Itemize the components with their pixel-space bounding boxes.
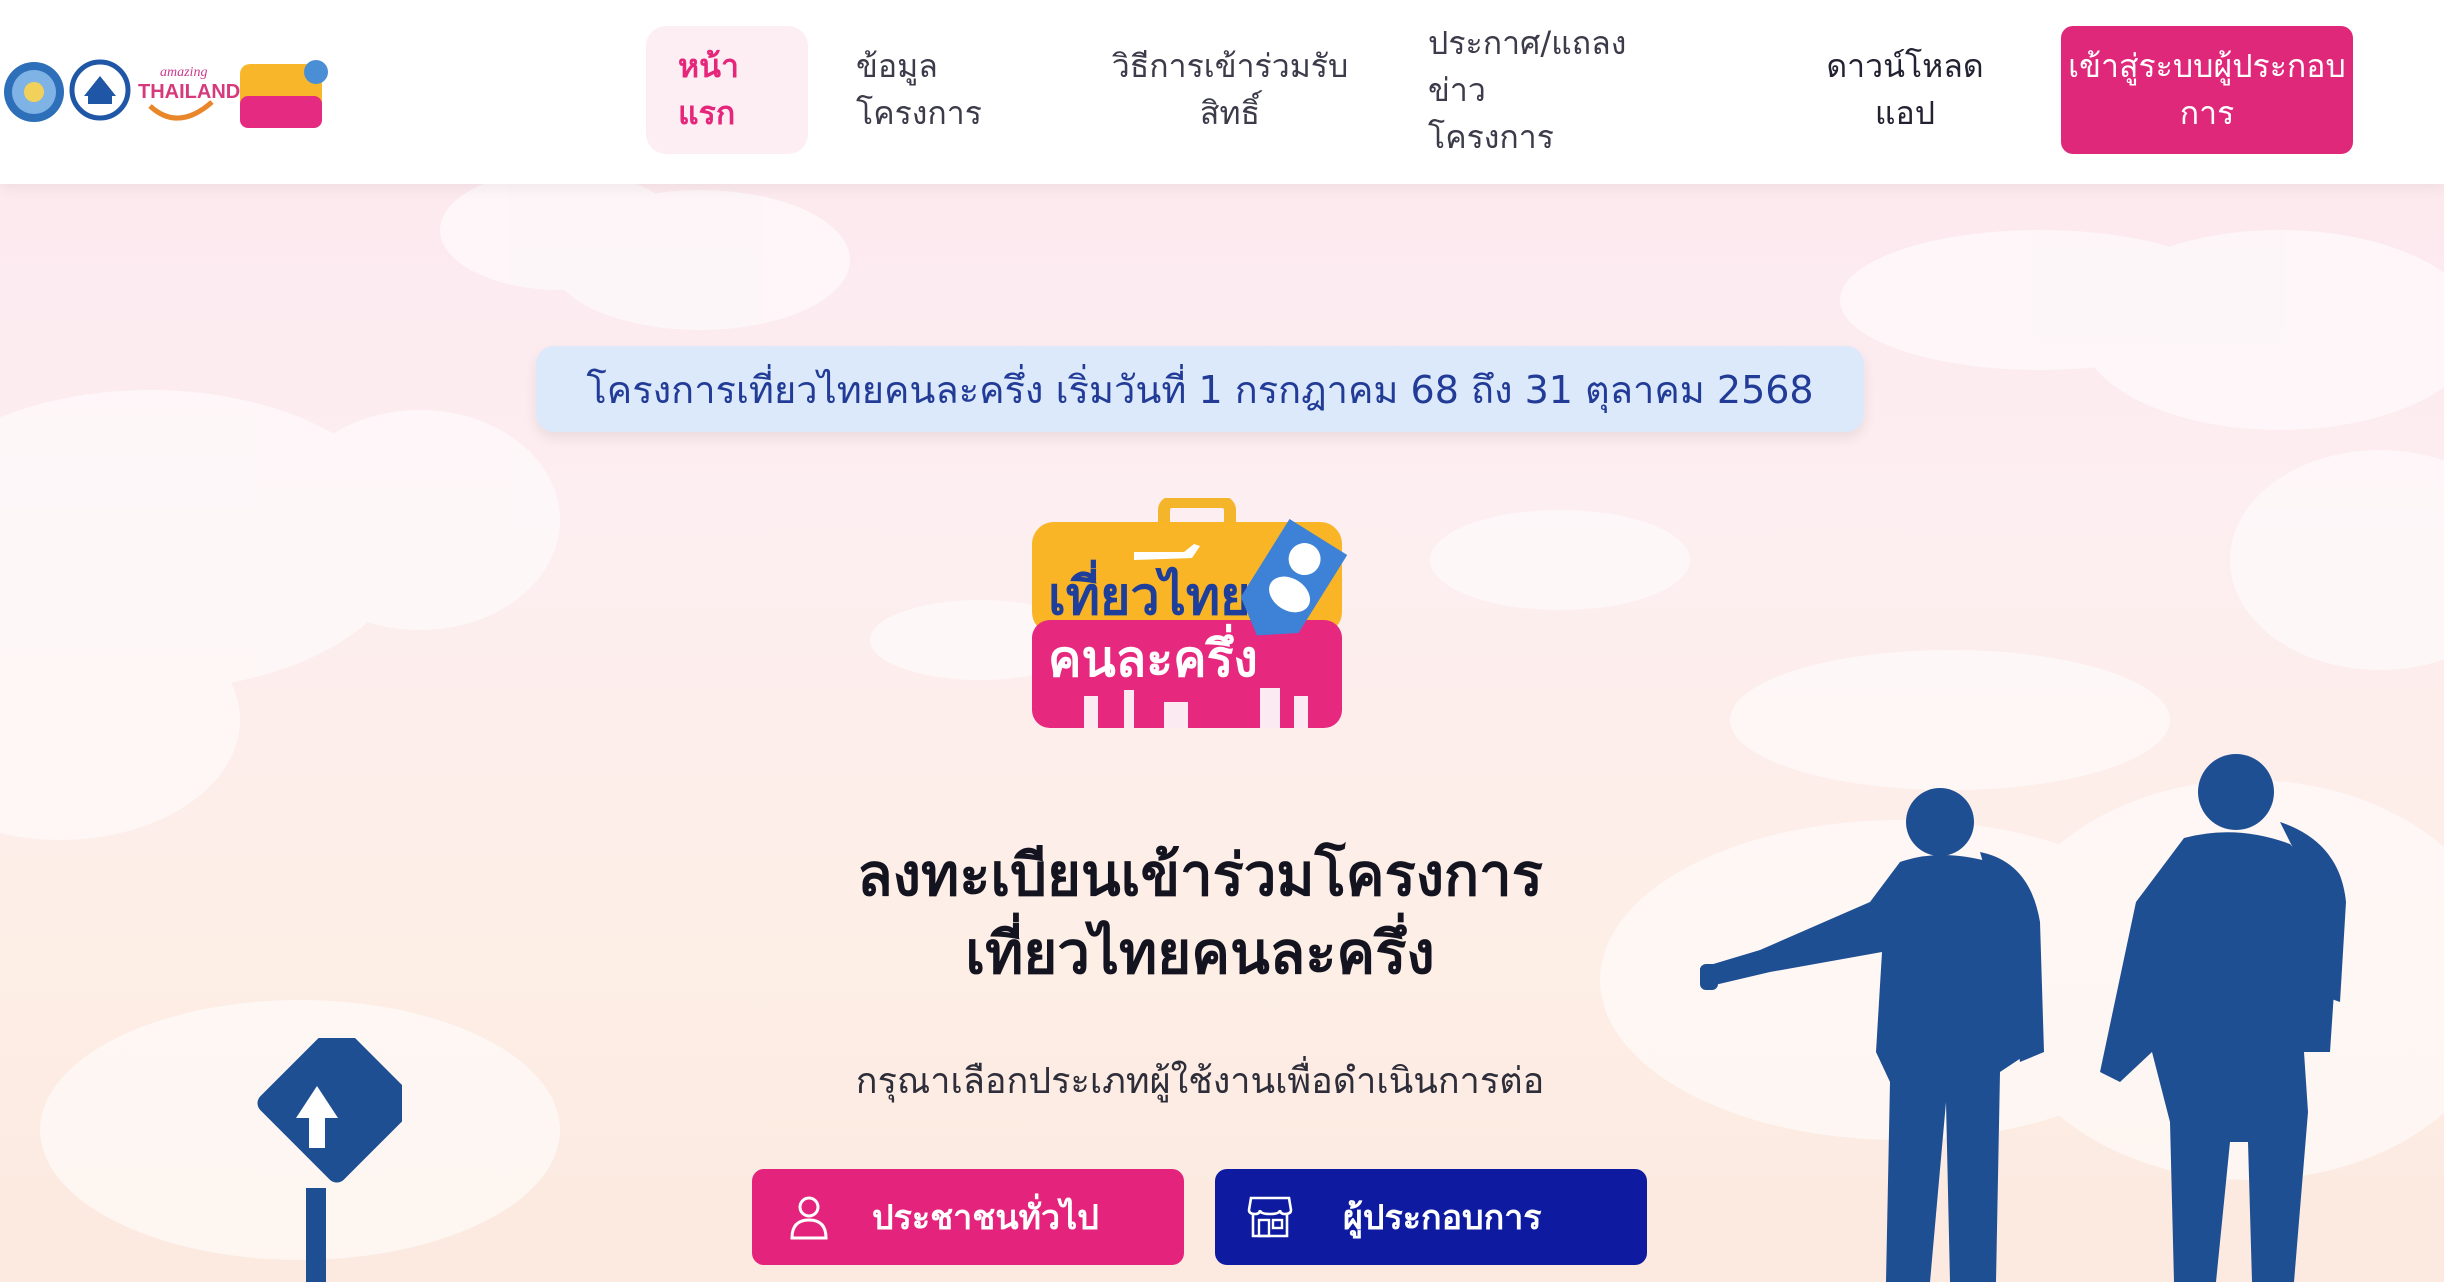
login-line1: เข้าสู่ระบบผู้ประกอบ <box>2068 47 2346 85</box>
top-navbar: amazing THAILAND หน้าแรก ข้อมูลโครงการ ว… <box>0 0 2444 184</box>
travelers-silhouette <box>1700 754 2346 1282</box>
nav-download-app[interactable]: ดาวน์โหลดแอป <box>1810 26 2000 154</box>
citizen-button[interactable]: ประชาชนทั่วไป <box>752 1169 1184 1265</box>
tiew-thai-small-logo <box>240 60 328 128</box>
nav-announcements[interactable]: ประกาศ/แถลงข่าวโครงการ <box>1428 24 1668 156</box>
page-title-line2: เที่ยวไทยคนละครึ่ง <box>965 919 1435 987</box>
agency-emblem-icon <box>69 59 131 121</box>
nav-download-line1: ดาวน์โหลด <box>1826 47 1984 85</box>
merchant-button-label: ผู้ประกอบการ <box>1343 1198 1542 1238</box>
login-line2: การ <box>2179 94 2235 132</box>
nav-info-line2: โครงการ <box>856 94 982 132</box>
page-title-line1: ลงทะเบียนเข้าร่วมโครงการ <box>857 841 1543 909</box>
page-title: ลงทะเบียนเข้าร่วมโครงการ เที่ยวไทยคนละคร… <box>700 836 1700 992</box>
logo-line1: เที่ยวไทย <box>1048 560 1251 627</box>
announcement-text: โครงการเที่ยวไทยคนละครึ่ง เริ่มวันที่ 1 … <box>586 367 1814 412</box>
nav-project-info[interactable]: ข้อมูลโครงการ <box>856 26 1026 154</box>
amazing-thailand-logo: amazing THAILAND <box>138 65 240 121</box>
svg-text:THAILAND: THAILAND <box>138 81 240 103</box>
nav-home-line2: แรก <box>678 94 736 132</box>
page-subtitle: กรุณาเลือกประเภทผู้ใช้งานเพื่อดำเนินการต… <box>855 1061 1545 1102</box>
nav-news-line2: โครงการ <box>1428 117 1554 156</box>
nav-home-line1: หน้า <box>678 47 739 85</box>
nav-news-line1: ประกาศ/แถลงข่าว <box>1428 23 1627 109</box>
svg-text:amazing: amazing <box>160 65 207 80</box>
nav-home[interactable]: หน้าแรก <box>646 26 808 154</box>
merchant-button[interactable]: ผู้ประกอบการ <box>1215 1169 1647 1265</box>
nav-info-line1: ข้อมูล <box>856 47 938 85</box>
store-icon <box>1247 1196 1293 1238</box>
nav-howto-line1: วิธีการเข้าร่วมรับ <box>1111 47 1349 85</box>
merchant-login-button[interactable]: เข้าสู่ระบบผู้ประกอบการ <box>2061 26 2353 154</box>
person-icon <box>790 1196 828 1240</box>
ministry-seal-icon <box>4 62 64 122</box>
nav-how-to-join[interactable]: วิธีการเข้าร่วมรับสิทธิ์ <box>1110 26 1350 154</box>
nav-howto-line2: สิทธิ์ <box>1199 94 1261 132</box>
citizen-button-label: ประชาชนทั่วไป <box>872 1198 1099 1238</box>
announcement-banner: โครงการเที่ยวไทยคนละครึ่ง เริ่มวันที่ 1 … <box>536 346 1864 432</box>
partner-logos: amazing THAILAND <box>4 59 328 128</box>
nav-download-line2: แอป <box>1874 94 1936 132</box>
logo-line2: คนละครึ่ง <box>1048 624 1258 688</box>
project-logo: เที่ยวไทย คนละครึ่ง <box>1032 498 1348 728</box>
road-sign-icon <box>257 1038 402 1282</box>
